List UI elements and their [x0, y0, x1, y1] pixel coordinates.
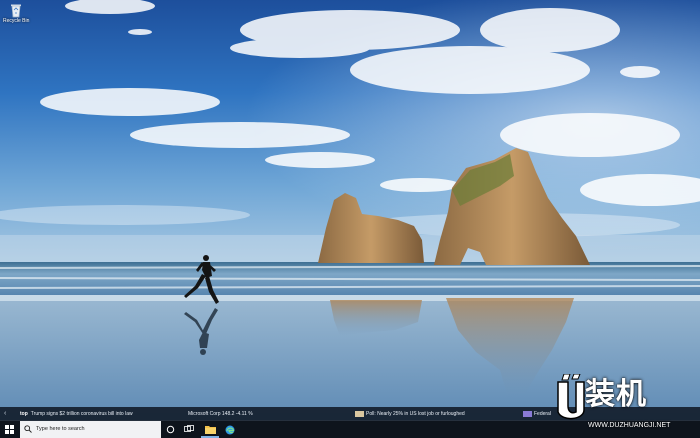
file-explorer-taskbar-button[interactable]: [201, 421, 219, 438]
file-explorer-icon: [205, 426, 216, 434]
edge-taskbar-button[interactable]: [221, 421, 239, 438]
news-item-federal[interactable]: Federal: [523, 411, 551, 417]
desktop-icon-label: Recycle Bin: [3, 18, 30, 24]
news-item-text: Federal: [534, 411, 551, 417]
cortana-icon: [166, 425, 175, 434]
news-thumbnail-icon: [523, 411, 532, 417]
wallpaper-beach-rocks: [0, 0, 700, 420]
desktop: Recycle Bin ‹ top Trump signs $2 trillion…: [0, 0, 700, 438]
news-thumbnail-icon: [355, 411, 364, 417]
edge-icon: [225, 425, 235, 435]
recycle-bin-icon: [11, 4, 21, 18]
watermark-site-url: WWW.DUZHUANGJI.NET: [588, 422, 671, 429]
news-item-stock[interactable]: Microsoft Corp 148.2 -4.11 %: [188, 411, 253, 417]
watermark-brand: 装机: [585, 378, 647, 411]
ticker-prev-icon[interactable]: ‹: [4, 410, 6, 418]
search-icon: [24, 425, 32, 433]
windows-start-icon: [5, 425, 14, 434]
task-view-icon: [184, 425, 194, 432]
task-view-button[interactable]: [180, 421, 198, 438]
news-item-text: Trump signs $2 trillion coronavirus bill…: [30, 411, 133, 417]
news-item-top[interactable]: top Trump signs $2 trillion coronavirus b…: [20, 411, 133, 417]
start-button[interactable]: [0, 421, 20, 438]
watermark-logo-icon: [557, 374, 585, 420]
search-placeholder: Type here to search: [36, 426, 85, 432]
news-item-text: Poll: Nearly 25% in US lost job or furlo…: [366, 411, 465, 417]
taskbar-search-box[interactable]: Type here to search: [20, 421, 161, 438]
desktop-icon-recycle-bin[interactable]: Recycle Bin: [3, 2, 29, 24]
news-item-poll[interactable]: Poll: Nearly 25% in US lost job or furlo…: [355, 411, 465, 417]
stock-ticker-text: Microsoft Corp 148.2 -4.11 %: [188, 411, 253, 417]
cortana-button[interactable]: [162, 421, 180, 438]
site-watermark: 装机 WWW.DUZHUANGJI.NET: [552, 372, 700, 436]
top-badge: top: [20, 411, 28, 417]
